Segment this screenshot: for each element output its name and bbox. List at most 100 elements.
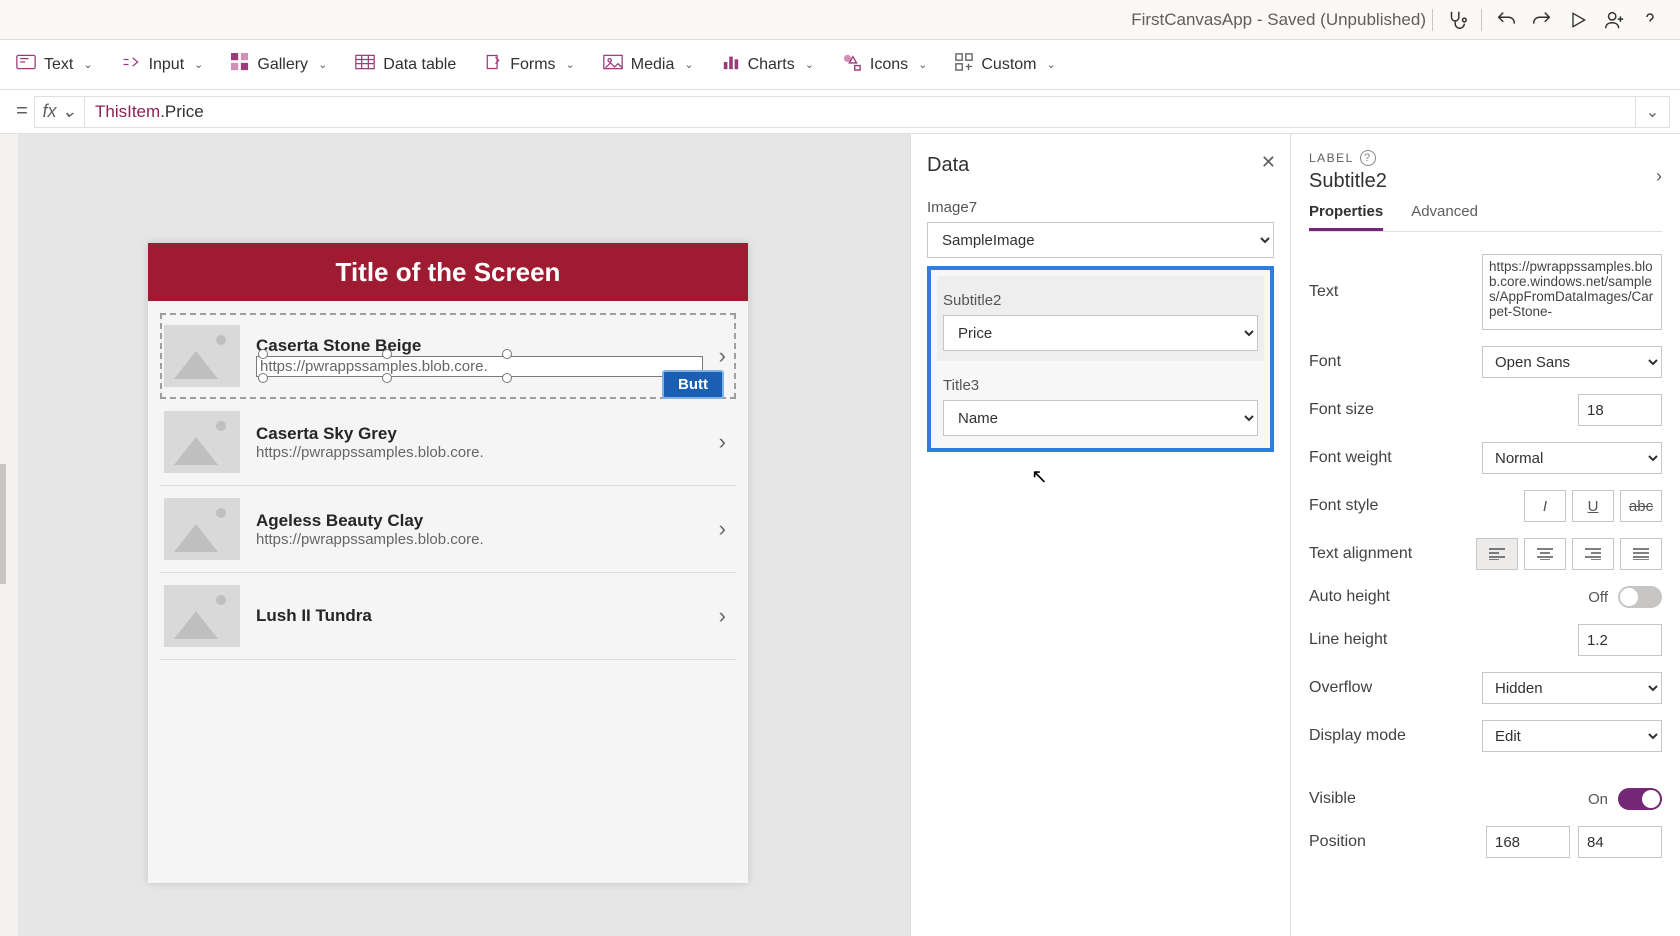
ribbon-icons[interactable]: Icons⌄ (842, 53, 927, 76)
expand-formula-button[interactable]: ⌄ (1636, 96, 1670, 128)
subtitle-select[interactable]: Price (943, 315, 1258, 351)
resize-handle[interactable] (502, 349, 512, 359)
gallery-item[interactable]: Caserta Stone Beige https://pwrappssampl… (160, 313, 736, 399)
fontsize-input[interactable] (1578, 394, 1662, 426)
position-x-input[interactable] (1486, 826, 1570, 858)
redo-icon[interactable] (1524, 2, 1560, 38)
field-subtitle: Subtitle2 Price (937, 276, 1264, 361)
properties-panel: LABEL ? › Subtitle2 Properties Advanced … (1290, 134, 1680, 936)
left-rail (0, 134, 18, 936)
chevron-right-icon[interactable]: › (719, 603, 732, 629)
image-placeholder-icon (164, 411, 240, 473)
text-input[interactable]: https://pwrappssamples.blob.core.windows… (1482, 254, 1662, 330)
fontweight-select[interactable]: Normal (1482, 442, 1662, 474)
align-justify-button[interactable] (1620, 538, 1662, 570)
ribbon-custom[interactable]: Custom⌄ (955, 53, 1055, 76)
gallery-item[interactable]: Caserta Sky Grey https://pwrappssamples.… (160, 399, 736, 486)
item-title[interactable]: Caserta Stone Beige (256, 336, 703, 356)
resize-handle[interactable] (258, 349, 268, 359)
resize-handle[interactable] (382, 373, 392, 383)
field-image: Image7 SampleImage (927, 199, 1274, 258)
image-placeholder-icon[interactable] (164, 325, 240, 387)
formula-bar: = fx ⌄ ThisItem.Price ⌄ (0, 90, 1680, 134)
fx-dropdown[interactable]: fx ⌄ (34, 96, 84, 128)
resize-handle[interactable] (502, 373, 512, 383)
item-title: Caserta Sky Grey (256, 424, 703, 444)
chevron-right-icon[interactable]: › (719, 429, 732, 455)
underline-button[interactable]: U (1572, 490, 1614, 522)
field-label: Subtitle2 (943, 292, 1258, 309)
help-icon[interactable]: ? (1360, 150, 1376, 166)
prop-lineheight: Line height (1309, 616, 1662, 664)
strikethrough-button[interactable]: abc (1620, 490, 1662, 522)
collapse-icon[interactable]: › (1656, 166, 1662, 187)
app-name: FirstCanvasApp - Saved (Unpublished) (1131, 10, 1426, 30)
align-right-button[interactable] (1572, 538, 1614, 570)
prop-align: Text alignment (1309, 530, 1662, 578)
prop-fontsize: Font size (1309, 386, 1662, 434)
align-left-button[interactable] (1476, 538, 1518, 570)
visible-toggle[interactable] (1618, 788, 1662, 810)
screen-title[interactable]: Title of the Screen (148, 243, 748, 301)
undo-icon[interactable] (1488, 2, 1524, 38)
position-y-input[interactable] (1578, 826, 1662, 858)
resize-handle[interactable] (258, 373, 268, 383)
gallery-icon (231, 53, 249, 76)
overflow-select[interactable]: Hidden (1482, 672, 1662, 704)
chevron-down-icon: ⌄ (918, 58, 927, 71)
gallery-item[interactable]: Ageless Beauty Clay https://pwrappssampl… (160, 486, 736, 573)
item-title: Ageless Beauty Clay (256, 511, 703, 531)
image-select[interactable]: SampleImage (927, 222, 1274, 258)
ribbon-gallery[interactable]: Gallery⌄ (231, 53, 327, 76)
chevron-right-icon[interactable]: › (719, 343, 732, 369)
ribbon-charts[interactable]: Charts⌄ (722, 53, 814, 76)
button-control[interactable]: Butt (662, 370, 724, 399)
control-type: LABEL ? (1309, 150, 1662, 166)
tab-advanced[interactable]: Advanced (1411, 203, 1478, 231)
align-center-button[interactable] (1524, 538, 1566, 570)
field-title: Title3 Name (937, 361, 1264, 442)
item-subtitle[interactable]: https://pwrappssamples.blob.core. (256, 356, 703, 377)
share-icon[interactable] (1596, 2, 1632, 38)
formula-input[interactable]: ThisItem.Price (84, 96, 1636, 128)
font-select[interactable]: Open Sans (1482, 346, 1662, 378)
displaymode-select[interactable]: Edit (1482, 720, 1662, 752)
prop-fontstyle: Font style I U abc (1309, 482, 1662, 530)
ribbon-media[interactable]: Media⌄ (603, 54, 694, 75)
stethoscope-icon[interactable] (1439, 2, 1475, 38)
icons-icon (842, 53, 862, 76)
prop-position: Position (1309, 818, 1662, 866)
ribbon-datatable[interactable]: Data table (355, 54, 456, 75)
prop-autoheight: Auto height Off (1309, 578, 1662, 616)
close-icon[interactable]: ✕ (1261, 152, 1276, 173)
screen[interactable]: Title of the Screen Caserta Stone Beige … (148, 243, 748, 883)
prop-font: Font Open Sans (1309, 338, 1662, 386)
property-tabs: Properties Advanced (1309, 203, 1662, 232)
data-panel: Data ✕ Image7 SampleImage Subtitle2 Pric… (910, 134, 1290, 936)
title-select[interactable]: Name (943, 400, 1258, 436)
ribbon-text[interactable]: Text⌄ (16, 54, 93, 75)
forms-icon (484, 53, 502, 76)
chevron-down-icon: ⌄ (194, 58, 203, 71)
prop-visible: Visible On (1309, 780, 1662, 818)
ribbon-input[interactable]: Input⌄ (121, 54, 204, 75)
gallery[interactable]: Caserta Stone Beige https://pwrappssampl… (148, 301, 748, 672)
prop-displaymode: Display mode Edit (1309, 712, 1662, 760)
chevron-down-icon: ⌄ (61, 101, 76, 122)
play-icon[interactable] (1560, 2, 1596, 38)
media-icon (603, 54, 623, 75)
chevron-down-icon: ⌄ (805, 58, 814, 71)
image-placeholder-icon (164, 498, 240, 560)
resize-handle[interactable] (382, 349, 392, 359)
prop-text: Text https://pwrappssamples.blob.core.wi… (1309, 246, 1662, 338)
control-name[interactable]: Subtitle2 (1309, 170, 1662, 193)
chevron-right-icon[interactable]: › (719, 516, 732, 542)
lineheight-input[interactable] (1578, 624, 1662, 656)
gallery-item[interactable]: Lush II Tundra › (160, 573, 736, 660)
ribbon-forms[interactable]: Forms⌄ (484, 53, 575, 76)
italic-button[interactable]: I (1524, 490, 1566, 522)
autoheight-toggle[interactable] (1618, 586, 1662, 608)
help-icon[interactable] (1632, 2, 1668, 38)
tab-properties[interactable]: Properties (1309, 203, 1383, 231)
custom-icon (955, 53, 973, 76)
